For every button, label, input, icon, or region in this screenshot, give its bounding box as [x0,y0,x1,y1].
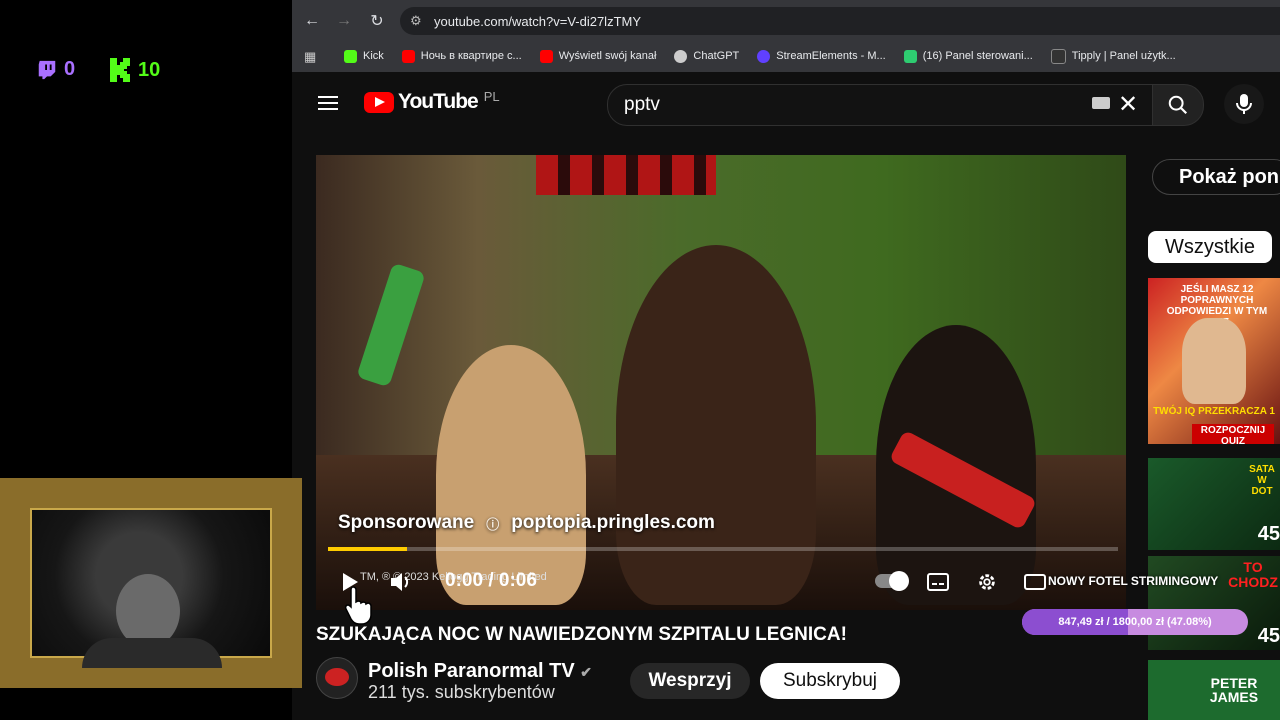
bookmark-list: Kick Ночь в квартире с... Wyświetl swój … [344,40,1176,72]
bookmark-streamelements[interactable]: StreamElements - M... [757,49,886,63]
bookmark-panel[interactable]: (16) Panel sterowani... [903,49,1033,63]
goal-current: 847,49 zł [1058,616,1104,628]
video-scene-person [436,345,586,605]
video-scene-can [356,262,426,388]
bookmark-tipply[interactable]: Tipply | Panel użytk... [1050,48,1176,64]
kick-counter: 10 [110,58,160,82]
thumbnail-face [1182,318,1246,404]
kick-count: 10 [138,58,161,81]
goal-progress-bar: 847,49 zł / 1800,00 zł (47.08%) [1022,609,1248,635]
youtube-play-icon [364,91,394,113]
video-scene-wall [536,155,716,195]
twitch-chat-icon [38,60,56,79]
recommended-thumbnail[interactable]: JEŚLI MASZ 12 POPRAWNYCH ODPOWIEDZI W TY… [1148,278,1280,444]
webcam-frame [0,478,302,688]
video-player[interactable] [316,155,1126,610]
goal-text: 847,49 zł / 1800,00 zł (47.08%) [1022,609,1248,635]
ad-info-icon[interactable]: ⓘ [486,514,499,533]
bookmarks-bar: ▦ Kick Ночь в квартире с... Wyświetl swó… [292,40,1280,73]
goal-label: NOWY FOTEL STRIMINGOWY [1048,574,1219,588]
twitch-count: 0 [64,58,76,80]
video-scene-person [616,245,816,605]
autoplay-icon [889,571,909,591]
bookmark-chatgpt[interactable]: ChatGPT [674,49,739,63]
kick-icon [110,58,130,82]
voice-search-button[interactable] [1224,84,1264,124]
volume-icon [391,573,409,591]
show-more-button[interactable]: Pokaż pon [1152,159,1280,195]
youtube-favicon-icon [401,49,415,63]
youtube-logo[interactable]: YouTube PL [364,88,500,114]
webcam-shoulders [82,638,222,668]
recommended-thumbnail[interactable]: PETER JAMES [1148,660,1280,720]
search-value: pptv [624,94,660,115]
chatgpt-favicon-icon [674,49,688,63]
time-display: 0:00 / 0:06 [445,570,537,592]
ad-progress-fill [328,547,407,551]
microphone-icon [1236,94,1252,114]
support-button[interactable]: Wesprzyj [630,663,750,699]
subscribe-button[interactable]: Subskrybuj [760,663,900,699]
subtitles-button[interactable] [926,570,950,594]
url-text: youtube.com/watch?v=V-di27lzTMY [434,13,642,29]
webcam-head [116,574,180,648]
webcam-feed [32,510,270,668]
search-input[interactable]: pptv ✕ [607,84,1154,126]
bookmark-youtube-2[interactable]: Wyświetl swój kanał [539,49,656,63]
address-bar[interactable]: ⚙ youtube.com/watch?v=V-di27lzTMY [400,7,1280,35]
ad-sponsor-bar: Sponsorowane ⓘ poptopia.pringles.com [338,512,715,534]
sponsored-label: Sponsorowane [338,512,475,533]
channel-name[interactable]: Polish Paranormal TV ✔ [368,660,592,683]
search-button[interactable] [1152,84,1204,126]
ad-domain-link[interactable]: poptopia.pringles.com [511,512,715,534]
settings-button[interactable] [975,570,999,594]
bookmark-kick[interactable]: Kick [344,49,384,63]
search-icon [1168,95,1188,115]
country-code: PL [483,88,500,104]
goal-percent: (47.08%) [1167,616,1212,628]
gear-icon [979,574,995,590]
autoplay-toggle[interactable] [875,571,909,591]
goal-target: 1800,00 zł [1112,616,1165,628]
bookmark-youtube-1[interactable]: Ночь в квартире с... [401,49,522,63]
twitch-chat-counter: 0 [36,58,75,81]
back-button[interactable]: ← [299,8,325,34]
theater-icon [1024,574,1046,590]
theater-mode-button[interactable] [1023,570,1047,594]
recommended-thumbnail[interactable]: SATA W DOT 45 [1148,458,1280,550]
streamelements-favicon-icon [757,49,771,63]
verified-icon: ✔ [580,664,593,680]
kick-favicon-icon [344,49,357,63]
channel-avatar[interactable] [316,657,358,699]
chip-all[interactable]: Wszystkie [1148,231,1272,263]
apps-grid-icon[interactable]: ▦ [304,49,316,65]
goal-separator: / [1106,616,1110,628]
ad-progress-bar[interactable] [328,547,1118,551]
youtube-logo-text: YouTube [398,90,479,113]
reload-button[interactable]: ↻ [364,8,390,34]
keyboard-icon[interactable] [1092,97,1110,109]
time-total: 0:06 [498,570,537,591]
subtitles-icon [927,573,949,591]
subscriber-count: 211 tys. subskrybentów [368,682,555,702]
forward-button[interactable]: → [331,8,357,34]
time-current: 0:00 [445,570,484,591]
panel-favicon-icon [903,49,917,63]
site-settings-icon[interactable]: ⚙ [410,13,422,29]
tipply-favicon-icon [1050,48,1066,64]
video-title: SZUKAJĄCA NOC W NAWIEDZONYM SZPITALU LEG… [316,624,847,645]
volume-button[interactable] [388,570,414,594]
menu-icon[interactable] [318,92,338,114]
clear-search-icon[interactable]: ✕ [1118,90,1138,119]
time-separator: / [488,570,494,591]
youtube-favicon-icon [539,49,553,63]
recommended-thumbnail[interactable]: TO CHODZ 45 [1148,556,1280,650]
